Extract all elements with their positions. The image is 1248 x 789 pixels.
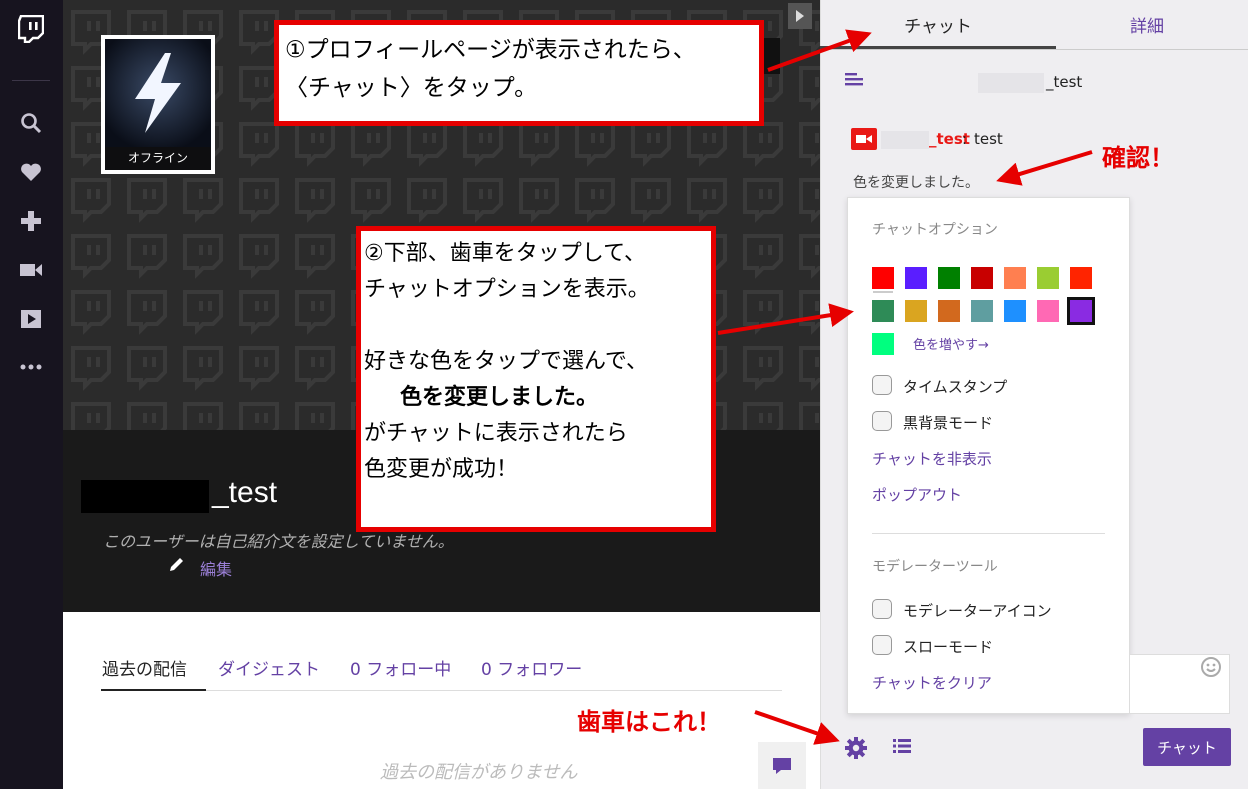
color-swatch[interactable] (872, 267, 894, 289)
tab-past-broadcasts[interactable]: 過去の配信 (102, 655, 187, 680)
username: _test (212, 476, 278, 509)
callout2-line5: がチャットに表示されたら (364, 421, 628, 446)
video-camera-icon[interactable] (16, 255, 46, 285)
username-redaction (81, 480, 209, 513)
offline-badge: オフライン (105, 147, 211, 170)
menu-icon[interactable] (845, 72, 865, 92)
broadcaster-icon (851, 128, 877, 150)
color-change-notice: 色を変更しました。 (853, 175, 979, 191)
color-swatch[interactable] (1004, 267, 1026, 289)
gear-annotation: 歯車はこれ！ (577, 708, 721, 736)
callout2-spacer (364, 308, 708, 344)
color-swatch[interactable] (1037, 267, 1059, 289)
collapse-button[interactable] (788, 3, 812, 29)
dark-mode-checkbox[interactable] (872, 411, 892, 431)
chat-options-heading: チャットオプション (872, 222, 998, 238)
message-user-redaction (881, 131, 929, 149)
mod-icons-checkbox[interactable] (872, 599, 892, 619)
empty-message: 過去の配信がありません (380, 762, 578, 783)
slow-mode-checkbox[interactable] (872, 635, 892, 655)
tab-followers[interactable]: 0 フォロワー (481, 655, 582, 680)
color-swatch[interactable] (905, 300, 927, 322)
message-separator: : (962, 130, 968, 148)
lightning-icon (105, 39, 211, 147)
hide-chat-link[interactable]: チャットを非表示 (872, 448, 992, 469)
play-icon[interactable] (16, 304, 46, 334)
viewer-list-icon[interactable] (893, 738, 911, 758)
options-divider (872, 533, 1105, 534)
clear-chat-link[interactable]: チャットをクリア (872, 672, 992, 693)
color-swatch[interactable] (872, 300, 894, 322)
color-swatch[interactable] (971, 300, 993, 322)
annotation-callout-2: ②下部、歯車をタップして、 チャットオプションを表示。 好きな色をタップで選んで… (356, 226, 716, 532)
bio-text: このユーザーは自己紹介文を設定していません。 (103, 532, 454, 551)
search-icon[interactable] (16, 108, 46, 138)
chat-room-name: _test (1046, 73, 1083, 91)
active-tab-indicator (101, 689, 206, 691)
emoji-icon[interactable] (1200, 656, 1222, 682)
slow-mode-label: スローモード (903, 638, 994, 656)
timestamp-checkbox[interactable] (872, 375, 892, 395)
callout2-line3: 好きな色をタップで選んで、 (364, 349, 649, 374)
popout-link[interactable]: ポップアウト (872, 484, 962, 505)
color-swatch[interactable] (938, 267, 960, 289)
pencil-icon[interactable] (168, 555, 186, 577)
room-name-redaction (978, 73, 1044, 93)
chat-toggle-button[interactable] (758, 742, 806, 789)
gear-icon[interactable] (844, 736, 868, 764)
games-icon[interactable] (16, 206, 46, 236)
message-text: test (974, 130, 1003, 148)
color-swatch[interactable] (905, 267, 927, 289)
callout2-line4: 色を変更しました。 (400, 385, 599, 410)
color-swatch[interactable] (872, 333, 894, 355)
edit-link[interactable]: 編集 (200, 556, 232, 580)
heart-icon[interactable] (16, 157, 46, 187)
color-swatch[interactable] (1067, 297, 1095, 325)
color-swatch[interactable] (1070, 267, 1092, 289)
tab-detail[interactable]: 詳細 (1130, 12, 1164, 37)
mod-tools-heading: モデレーターツール (872, 559, 998, 575)
mod-icons-label: モデレーターアイコン (903, 602, 1052, 620)
callout1-line2: 〈チャット〉をタップ。 (285, 75, 538, 101)
callout2-line2: チャットオプションを表示。 (364, 277, 650, 302)
callout2-line6: 色変更が成功！ (364, 457, 519, 482)
color-swatch[interactable] (938, 300, 960, 322)
tab-following[interactable]: 0 フォロー中 (350, 655, 451, 680)
color-swatch[interactable] (1037, 300, 1059, 322)
color-swatch[interactable] (971, 267, 993, 289)
callout1-line1: ①プロフィールページが表示されたら、 (285, 37, 696, 63)
left-nav (0, 0, 63, 789)
more-icon[interactable] (16, 352, 46, 382)
avatar: オフライン (101, 35, 215, 174)
twitch-logo-icon[interactable] (16, 14, 46, 44)
tab-chat[interactable]: チャット (868, 12, 1008, 37)
timestamp-label: タイムスタンプ (903, 378, 1008, 396)
nav-divider (12, 80, 50, 81)
chat-header-divider (820, 49, 1248, 50)
callout2-line1: ②下部、歯車をタップして、 (364, 241, 646, 266)
confirm-annotation: 確認！ (1102, 144, 1174, 172)
tab-highlights[interactable]: ダイジェスト (218, 655, 320, 680)
more-colors-link[interactable]: 色を増やす→ (913, 334, 989, 353)
color-swatch[interactable] (1004, 300, 1026, 322)
send-chat-button[interactable]: チャット (1143, 728, 1231, 766)
dark-mode-label: 黒背景モード (903, 414, 994, 432)
annotation-callout-1: ①プロフィールページが表示されたら、 〈チャット〉をタップ。 (274, 20, 764, 126)
